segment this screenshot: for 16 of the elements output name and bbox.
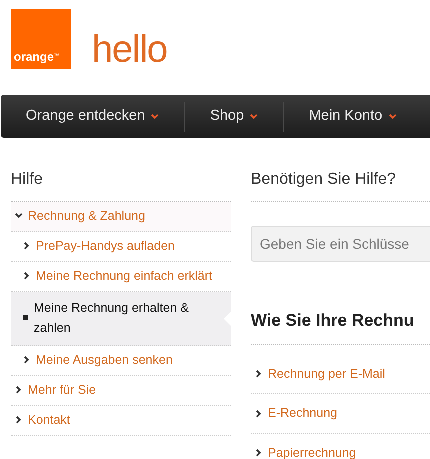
section-link[interactable]: E-Rechnung	[251, 394, 430, 434]
logo[interactable]: orange$^{™}$	[11, 9, 71, 69]
help-title: Benötigen Sie Hilfe?	[251, 160, 430, 202]
sidebar-link[interactable]: Kontakt	[11, 406, 231, 436]
brand-title: hello	[92, 31, 168, 69]
nav-menu-button[interactable]: Mein Konto	[284, 106, 422, 128]
nav-menu-button[interactable]: Shop	[185, 106, 284, 128]
section-link[interactable]: Rechnung per E-Mail	[251, 354, 430, 394]
sidebar-link[interactable]: Rechnung & Zahlung	[11, 202, 231, 232]
section-heading: Wie Sie Ihre Rechnu	[251, 308, 430, 344]
nav-menu-button[interactable]: Orange entdecken	[1, 106, 184, 128]
search-field[interactable]: Geben Sie ein Schlüsse	[251, 226, 430, 262]
sidebar-link[interactable]: PrePay-Handys aufladen	[11, 232, 231, 262]
sidebar-link[interactable]: Mehr für Sie	[11, 376, 231, 406]
sidebar-link[interactable]: Meine Ausgaben senken	[11, 346, 231, 376]
sidebar-link[interactable]: Meine Rechnung erhalten & zahlen	[11, 292, 231, 346]
